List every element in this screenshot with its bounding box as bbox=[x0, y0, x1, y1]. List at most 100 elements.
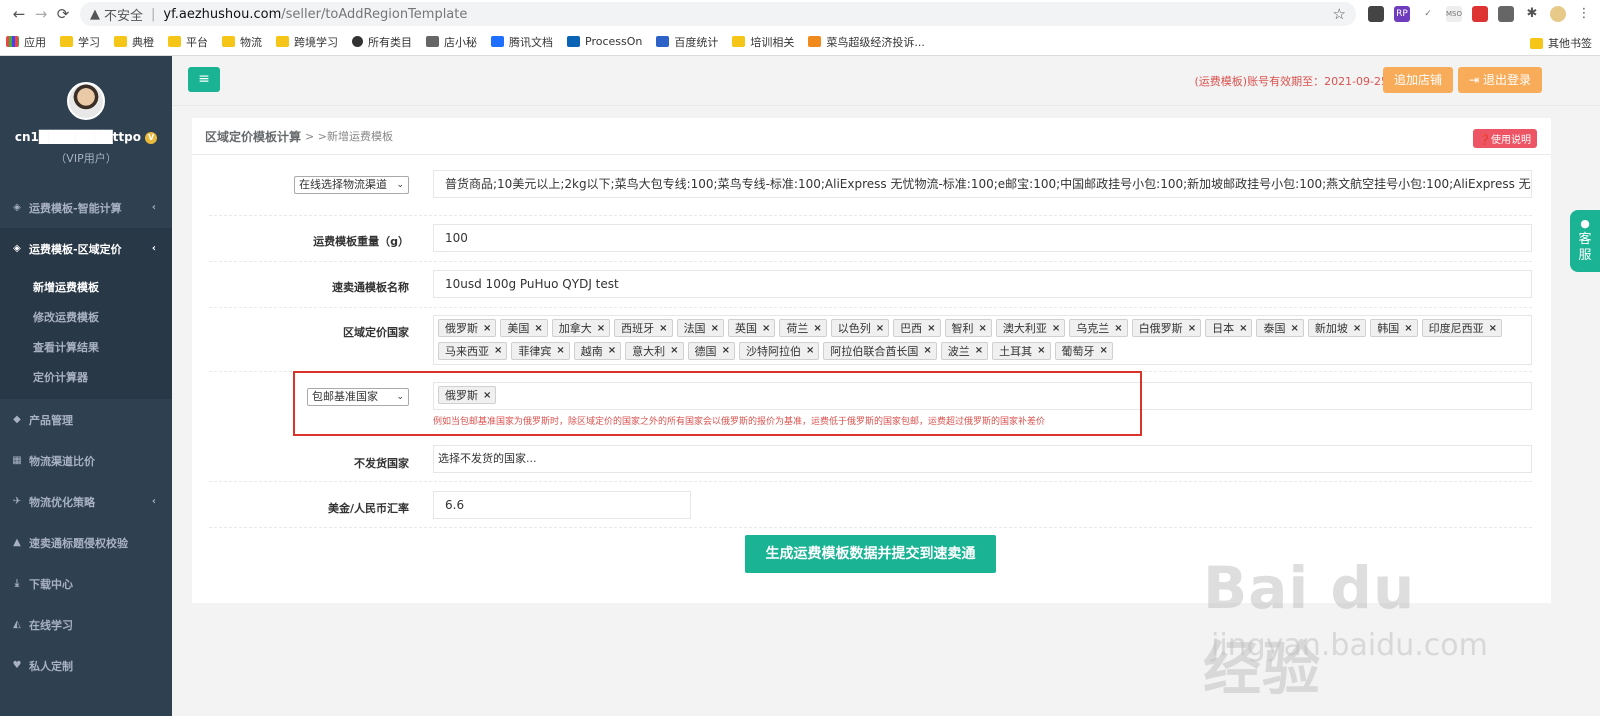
country-tag[interactable]: 泰国 × bbox=[1256, 319, 1304, 337]
country-tag[interactable]: 阿拉伯联合酋长国 × bbox=[823, 341, 937, 360]
menu-toggle-button[interactable]: ≡ bbox=[188, 67, 220, 92]
remove-tag-icon[interactable]: × bbox=[1239, 323, 1247, 334]
country-tag[interactable]: 英国 × bbox=[727, 319, 776, 337]
address-bar[interactable]: ▲ 不安全 | yf.aezhushou.com /seller/toAddRe… bbox=[80, 2, 1356, 26]
country-tag[interactable]: 法国 × bbox=[676, 319, 724, 337]
more-menu-icon[interactable]: ⋮ bbox=[1576, 6, 1592, 22]
menu-logistics-strategy[interactable]: ✈ 物流优化策略 ‹ bbox=[0, 481, 172, 522]
customer-service-button[interactable]: ● 客服 bbox=[1570, 210, 1600, 272]
country-tag[interactable]: 越南 × bbox=[573, 341, 622, 360]
menu-region-pricing[interactable]: ◈ 运费模板-区域定价 ‹ bbox=[0, 228, 172, 269]
country-tag[interactable]: 白俄罗斯 × bbox=[1131, 319, 1202, 337]
country-tag[interactable]: 印度尼西亚 × bbox=[1421, 319, 1503, 337]
country-tag[interactable]: 德国 × bbox=[687, 341, 735, 360]
bookmark-processon[interactable]: ProcessOn bbox=[567, 35, 642, 48]
country-tag[interactable]: 加拿大 × bbox=[551, 319, 611, 337]
help-button[interactable]: ❓使用说明 bbox=[1472, 129, 1537, 148]
back-icon[interactable]: ← bbox=[8, 5, 30, 23]
avatar[interactable] bbox=[67, 82, 105, 120]
bookmark-tencent-docs[interactable]: 腾讯文档 bbox=[491, 34, 553, 50]
remove-tag-icon[interactable]: × bbox=[608, 345, 616, 356]
check-extension-icon[interactable]: ✓ bbox=[1420, 6, 1436, 22]
country-tag[interactable]: 智利 × bbox=[944, 319, 992, 337]
remove-tag-icon[interactable]: × bbox=[597, 323, 605, 334]
rate-input[interactable]: 6.6 bbox=[433, 491, 691, 519]
region-countries-input[interactable]: 俄罗斯 × 美国 × 加拿大 × 西班牙 × 法国 × 英国 × 荷兰 × 以色列 × 巴西 × 智利 × 澳大利亚 × 乌… bbox=[433, 315, 1532, 365]
menu-channel-compare[interactable]: ▦ 物流渠道比价 bbox=[0, 440, 172, 481]
logout-button[interactable]: ⇥ 退出登录 bbox=[1458, 67, 1542, 93]
remove-tag-icon[interactable]: × bbox=[1404, 323, 1412, 334]
remove-tag-icon[interactable]: × bbox=[1188, 323, 1196, 334]
remove-tag-icon[interactable]: × bbox=[975, 345, 983, 356]
country-tag[interactable]: 葡萄牙 × bbox=[1054, 341, 1113, 360]
bookmark-cross-border[interactable]: 跨境学习 bbox=[276, 34, 338, 50]
bookmark-study[interactable]: 学习 bbox=[60, 34, 100, 50]
no-ship-input[interactable]: 选择不发货的国家... bbox=[433, 445, 1532, 473]
forward-icon[interactable]: → bbox=[30, 5, 52, 23]
country-tag[interactable]: 日本 × bbox=[1205, 319, 1253, 337]
remove-tag-icon[interactable]: × bbox=[876, 323, 884, 334]
country-tag[interactable]: 马来西亚 × bbox=[438, 341, 508, 360]
menu-product-management[interactable]: ◆ 产品管理 bbox=[0, 399, 172, 440]
country-tag[interactable]: 乌克兰 × bbox=[1069, 319, 1128, 337]
submit-button[interactable]: 生成运费模板数据并提交到速卖通 bbox=[745, 535, 996, 573]
country-tag[interactable]: 土耳其 × bbox=[992, 341, 1051, 360]
remove-tag-icon[interactable]: × bbox=[806, 345, 814, 356]
bookmark-platform[interactable]: 平台 bbox=[168, 34, 208, 50]
menu-private-custom[interactable]: ♥ 私人定制 bbox=[0, 645, 172, 686]
remove-tag-icon[interactable]: × bbox=[1037, 345, 1045, 356]
qr-extension-icon[interactable] bbox=[1368, 6, 1384, 22]
template-name-input[interactable]: 10usd 100g PuHuo QYDJ test bbox=[433, 270, 1532, 298]
remove-tag-icon[interactable]: × bbox=[670, 345, 678, 356]
country-tag[interactable]: 以色列 × bbox=[830, 319, 890, 337]
remove-tag-icon[interactable]: × bbox=[762, 323, 770, 334]
country-tag[interactable]: 意大利 × bbox=[625, 341, 684, 360]
remove-tag-icon[interactable]: × bbox=[1114, 323, 1122, 334]
menu-smart-calc[interactable]: ◈ 运费模板-智能计算 ‹ bbox=[0, 187, 172, 228]
bookmark-baidu-stats[interactable]: 百度统计 bbox=[656, 34, 718, 50]
bookmark-star-icon[interactable]: ☆ bbox=[1333, 5, 1346, 23]
mso-extension-icon[interactable]: MSO bbox=[1446, 6, 1462, 22]
remove-tag-icon[interactable]: × bbox=[494, 345, 502, 356]
bookmark-dianxiaomi[interactable]: 店小秘 bbox=[426, 34, 477, 50]
bookmark-diancheng[interactable]: 典橙 bbox=[114, 34, 154, 50]
remove-tag-icon[interactable]: × bbox=[813, 323, 821, 334]
country-tag[interactable]: 巴西 × bbox=[893, 319, 941, 337]
submenu-add-template[interactable]: 新增运费模板 bbox=[0, 273, 172, 303]
country-tag[interactable]: 韩国 × bbox=[1370, 319, 1418, 337]
submenu-price-calculator[interactable]: 定价计算器 bbox=[0, 363, 172, 393]
remove-tag-icon[interactable]: × bbox=[534, 323, 542, 334]
country-tag[interactable]: 荷兰 × bbox=[779, 319, 827, 337]
remove-tag-icon[interactable]: × bbox=[556, 345, 564, 356]
remove-tag-icon[interactable]: × bbox=[1052, 323, 1060, 334]
bookmark-apps[interactable]: 应用 bbox=[6, 34, 46, 50]
remove-tag-icon[interactable]: × bbox=[1489, 323, 1497, 334]
remove-tag-icon[interactable]: × bbox=[1353, 323, 1361, 334]
country-tag[interactable]: 菲律宾 × bbox=[511, 341, 570, 360]
country-tag[interactable]: 美国 × bbox=[500, 319, 548, 337]
remove-tag-icon[interactable]: × bbox=[711, 323, 719, 334]
weight-input[interactable]: 100 bbox=[433, 224, 1532, 252]
bookmark-training[interactable]: 培训相关 bbox=[732, 34, 794, 50]
purple-extension-icon[interactable]: RP bbox=[1394, 6, 1410, 22]
remove-tag-icon[interactable]: × bbox=[923, 345, 931, 356]
reload-icon[interactable]: ⟳ bbox=[52, 5, 74, 23]
menu-download-center[interactable]: ⤓ 下载中心 bbox=[0, 563, 172, 604]
submenu-edit-template[interactable]: 修改运费模板 bbox=[0, 303, 172, 333]
username[interactable]: cn1████████ttpo V bbox=[0, 130, 172, 144]
country-tag[interactable]: 西班牙 × bbox=[614, 319, 673, 337]
country-tag[interactable]: 波兰 × bbox=[940, 341, 989, 360]
submenu-view-results[interactable]: 查看计算结果 bbox=[0, 333, 172, 363]
add-store-button[interactable]: 追加店铺 bbox=[1382, 67, 1453, 93]
remove-tag-icon[interactable]: × bbox=[722, 345, 730, 356]
remove-tag-icon[interactable]: × bbox=[927, 323, 935, 334]
profile-icon[interactable] bbox=[1550, 6, 1566, 22]
remove-tag-icon[interactable]: × bbox=[1290, 323, 1298, 334]
country-tag[interactable]: 澳大利亚 × bbox=[995, 319, 1066, 337]
channel-select[interactable]: 在线选择物流渠道 ⌄ bbox=[294, 176, 409, 194]
remove-tag-icon[interactable]: × bbox=[659, 323, 667, 334]
remove-tag-icon[interactable]: × bbox=[1100, 345, 1108, 356]
remove-tag-icon[interactable]: × bbox=[483, 323, 491, 334]
country-tag[interactable]: 新加坡 × bbox=[1307, 319, 1367, 337]
country-tag[interactable]: 沙特阿拉伯 × bbox=[738, 341, 820, 360]
